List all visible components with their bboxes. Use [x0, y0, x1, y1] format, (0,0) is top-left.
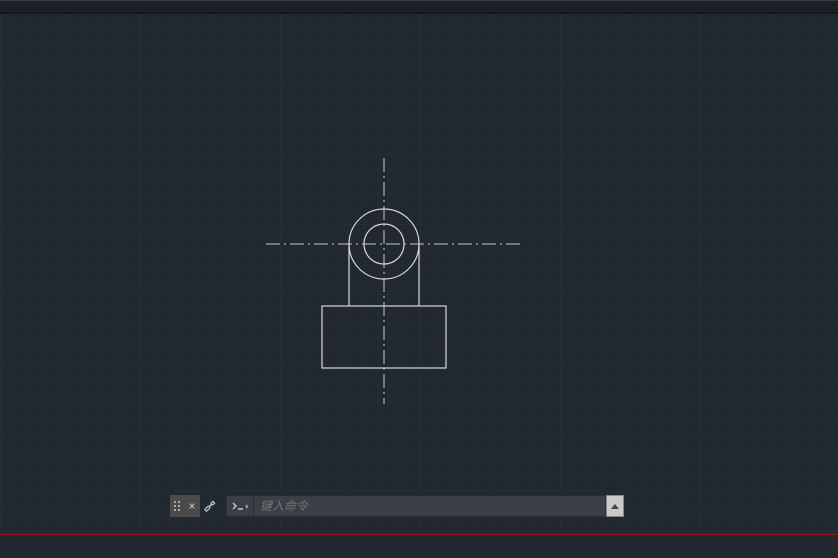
top-title-bar	[0, 0, 838, 14]
status-bar	[0, 534, 838, 558]
wrench-icon[interactable]	[200, 495, 220, 517]
grid-overlay	[0, 14, 838, 534]
expand-up-icon[interactable]	[606, 495, 624, 517]
close-icon[interactable]: ×	[184, 495, 200, 517]
command-line-bar: ×	[170, 494, 624, 518]
cad-geometry	[0, 14, 838, 534]
grip-icon[interactable]	[170, 495, 184, 517]
command-input[interactable]	[254, 495, 606, 517]
prompt-icon[interactable]	[226, 495, 254, 517]
drawing-canvas[interactable]: ×	[0, 14, 838, 534]
